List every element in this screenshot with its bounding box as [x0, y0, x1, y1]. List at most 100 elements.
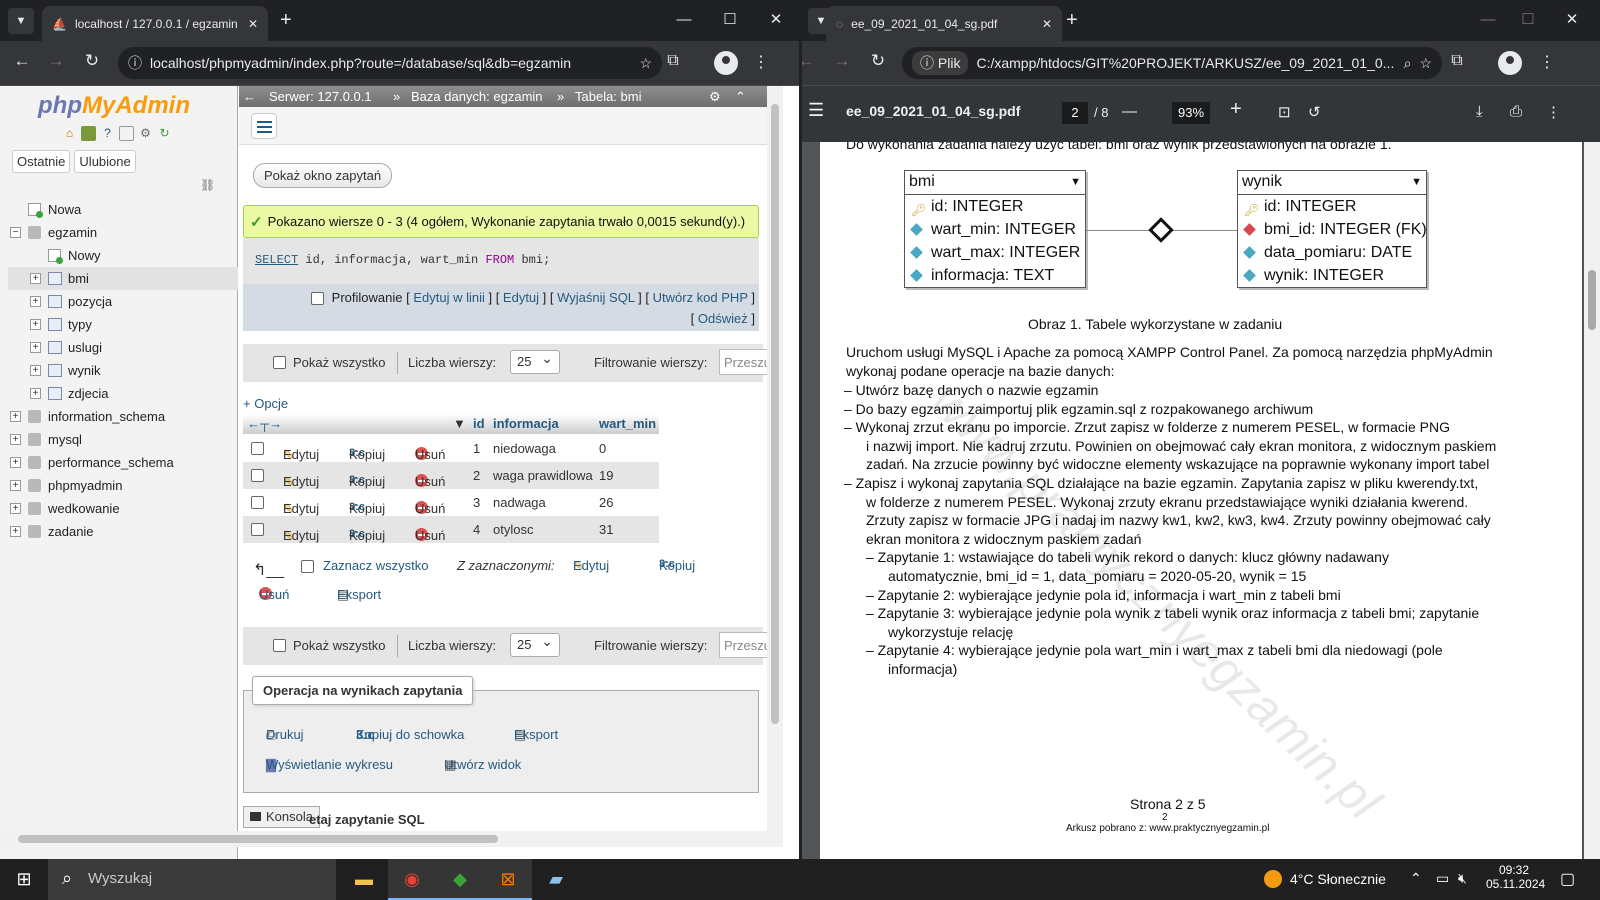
extensions-icon[interactable]: ⧉: [1446, 52, 1468, 70]
tree-item-information-schema[interactable]: + information_schema: [8, 405, 238, 428]
cell-informacja[interactable]: nadwaga: [493, 495, 546, 510]
tab-pdf[interactable]: ◌ ee_09_2021_01_04_sg.pdf ✕: [826, 6, 1062, 41]
tree-item-uslugi[interactable]: + uslugi: [8, 336, 238, 359]
extensions-icon[interactable]: ⧉: [662, 52, 684, 70]
horizontal-scrollbar[interactable]: [0, 831, 783, 847]
column-header-id[interactable]: id: [473, 416, 485, 431]
new-tab-button[interactable]: +: [280, 9, 292, 31]
profile-avatar[interactable]: [714, 51, 738, 75]
pdf-menu-icon[interactable]: ☰: [808, 100, 824, 121]
table-row[interactable]: ✎ Edytuj 3:c Kopiuj Usuń 2 waga prawidlowa 1…: [243, 462, 659, 489]
link-with-main-panel-icon[interactable]: ⛓: [200, 178, 215, 192]
minimize-button[interactable]: —: [1468, 8, 1508, 32]
expand-icon[interactable]: +: [30, 273, 41, 284]
close-window-button[interactable]: ✕: [1552, 8, 1592, 32]
rows-per-page-select[interactable]: 25: [510, 350, 560, 374]
tab-search-button[interactable]: ▼: [8, 8, 34, 34]
tree-item-zdjecia[interactable]: + zdjecia: [8, 382, 238, 405]
show-all-checkbox[interactable]: [273, 639, 286, 652]
tree-item-performance-schema[interactable]: + performance_schema: [8, 451, 238, 474]
options-link[interactable]: + Opcje: [243, 396, 288, 411]
select-all-checkbox[interactable]: [301, 560, 314, 573]
tree-item-wynik[interactable]: + wynik: [8, 359, 238, 382]
rows-per-page-select[interactable]: 25: [510, 633, 560, 657]
breadcrumb-table[interactable]: Tabela: bmi: [575, 86, 641, 107]
taskbar-search[interactable]: ⌕ Wyszukaj: [48, 859, 336, 900]
close-tab-icon[interactable]: ✕: [248, 17, 258, 31]
notepad-icon[interactable]: ▰: [532, 859, 580, 900]
table-row[interactable]: ✎ Edytuj 3:c Kopiuj Usuń 4 otylosc 31: [243, 516, 659, 543]
docs-icon[interactable]: [119, 126, 134, 141]
table-row[interactable]: ✎ Edytuj 3:c Kopiuj Usuń 1 niedowaga 0: [243, 435, 659, 462]
back-icon[interactable]: ←: [802, 51, 818, 71]
column-header-informacja[interactable]: informacja: [493, 416, 559, 431]
expand-icon[interactable]: +: [10, 434, 21, 445]
show-all-checkbox[interactable]: [273, 356, 286, 369]
windows-start-icon[interactable]: ⊞: [0, 859, 48, 900]
zoom-icon[interactable]: ⌕: [1404, 55, 1412, 72]
tree-item-Nowa[interactable]: Nowa: [8, 198, 238, 221]
expand-icon[interactable]: +: [10, 503, 21, 514]
bookmark-star-icon[interactable]: ☆: [639, 55, 652, 72]
close-tab-icon[interactable]: ✕: [1042, 17, 1052, 31]
sql-keyword-select[interactable]: SELECT: [255, 253, 298, 267]
cell-informacja[interactable]: otylosc: [493, 522, 533, 537]
expand-icon[interactable]: +: [10, 457, 21, 468]
expand-icon[interactable]: +: [30, 365, 41, 376]
tree-item-typy[interactable]: + typy: [8, 313, 238, 336]
create-php-code-link[interactable]: Utwórz kod PHP: [653, 290, 748, 305]
zoom-level[interactable]: 93%: [1172, 102, 1210, 124]
expand-icon[interactable]: +: [10, 411, 21, 422]
fit-page-icon[interactable]: ⊡: [1278, 103, 1291, 121]
bookmark-star-icon[interactable]: ☆: [1419, 55, 1432, 72]
tree-item-pozycja[interactable]: + pozycja: [8, 290, 238, 313]
tree-item-zadanie[interactable]: + zadanie: [8, 520, 238, 543]
site-info-icon[interactable]: ⓘ: [128, 53, 142, 73]
volume-muted-icon[interactable]: 🔇︎: [1458, 870, 1467, 887]
filter-rows-input[interactable]: Przeszukaj tę tabelę: [719, 349, 767, 375]
refresh-link[interactable]: Odśwież: [698, 311, 748, 326]
edit-query-link[interactable]: Edytuj: [503, 290, 539, 305]
tree-item-Nowy[interactable]: Nowy: [8, 244, 238, 267]
row-checkbox[interactable]: [251, 496, 264, 509]
home-icon[interactable]: ⌂: [62, 126, 77, 141]
maximize-button[interactable]: ☐: [710, 8, 750, 32]
minimize-button[interactable]: —: [664, 8, 704, 32]
tab-recent[interactable]: Ostatnie: [12, 150, 71, 173]
print-icon[interactable]: ⎙: [1510, 103, 1522, 120]
breadcrumb-database[interactable]: Baza danych: egzamin: [411, 86, 543, 107]
cell-informacja[interactable]: waga prawidlowa: [493, 468, 593, 483]
expand-icon[interactable]: +: [10, 480, 21, 491]
select-all-label[interactable]: Zaznacz wszystko: [323, 558, 428, 573]
zoom-in-icon[interactable]: +: [1230, 98, 1242, 121]
profile-avatar[interactable]: [1498, 51, 1522, 75]
weather-icon[interactable]: [1264, 870, 1282, 888]
new-tab-button[interactable]: +: [1066, 9, 1078, 31]
page-number-input[interactable]: 2: [1062, 102, 1088, 124]
cell-wart-min[interactable]: 0: [599, 441, 606, 456]
logout-icon[interactable]: [81, 126, 96, 141]
menu-icon[interactable]: ⋮: [750, 52, 772, 72]
reload-icon[interactable]: ↻: [80, 51, 104, 71]
cell-id[interactable]: 4: [473, 522, 480, 537]
tree-item-egzamin[interactable]: − egzamin: [8, 221, 238, 244]
cell-id[interactable]: 2: [473, 468, 480, 483]
tree-item-wedkowanie[interactable]: + wedkowanie: [8, 497, 238, 520]
edit-inline-link[interactable]: Edytuj w linii: [413, 290, 485, 305]
menu-icon[interactable]: ⋮: [1536, 52, 1558, 72]
back-icon[interactable]: ←: [10, 51, 34, 71]
rotate-icon[interactable]: ↺: [1308, 103, 1321, 121]
expand-icon[interactable]: +: [10, 526, 21, 537]
cell-wart-min[interactable]: 19: [599, 468, 613, 483]
tab-phpmyadmin[interactable]: ⛵ localhost / 127.0.0.1 / egzamin ✕: [42, 6, 268, 41]
clock[interactable]: 09:32 05.11.2024: [1486, 863, 1545, 891]
expand-icon[interactable]: +: [30, 296, 41, 307]
tree-item-mysql[interactable]: + mysql: [8, 428, 238, 451]
more-options-icon[interactable]: ⋮: [1546, 103, 1561, 121]
cell-wart-min[interactable]: 31: [599, 522, 613, 537]
download-icon[interactable]: ⤓: [1476, 103, 1483, 120]
settings-gear-icon[interactable]: ⚙: [138, 126, 153, 141]
chrome-icon[interactable]: ◉: [388, 859, 436, 900]
weather-text[interactable]: 4°C Słonecznie: [1290, 871, 1386, 887]
vertical-scrollbar[interactable]: [767, 86, 783, 831]
